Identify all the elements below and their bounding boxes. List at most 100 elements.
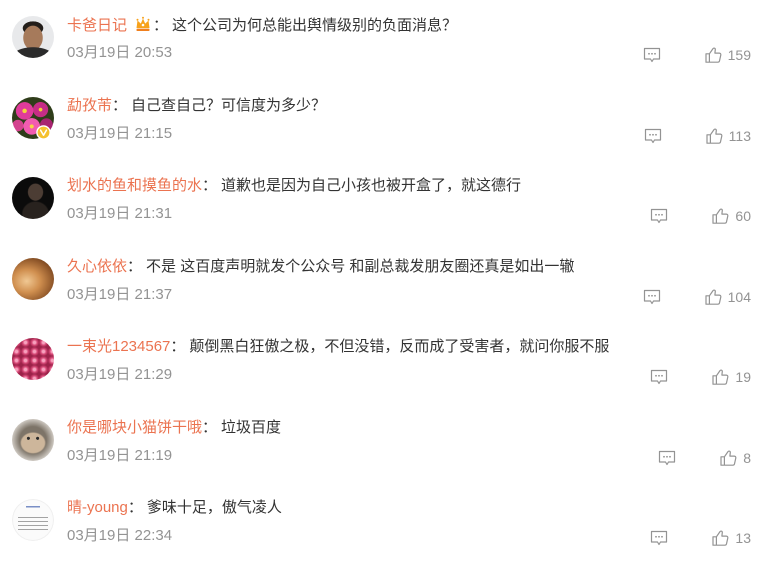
comment-date: 03月19日 21:37: [67, 285, 173, 303]
reply-button[interactable]: [650, 530, 668, 546]
avatar[interactable]: [12, 257, 54, 300]
comment-actions: 8: [658, 448, 751, 468]
like-count: 113: [728, 127, 751, 144]
separator-colon: ：: [153, 17, 169, 34]
comment-text: 不是 这百度声明就发个公众号 和副总裁发朋友圈还真是如出一辙: [146, 257, 575, 275]
comment-actions: 13: [650, 528, 751, 548]
crown-badge-icon[interactable]: [134, 15, 152, 33]
comment-line: 晴-young： 爹味十足，傲气凌人: [67, 498, 282, 518]
thumb-up-icon: [705, 47, 722, 63]
comment-actions: 19: [650, 367, 751, 387]
avatar-container: [12, 499, 54, 541]
separator-colon: ：: [202, 177, 218, 194]
comment-date: 03月19日 20:53: [67, 44, 173, 61]
comment-icon: [643, 289, 660, 304]
comment-date: 03月19日 21:19: [67, 446, 173, 464]
reply-button[interactable]: [650, 208, 668, 224]
comment-actions: 104: [643, 287, 751, 307]
like-count: 104: [727, 288, 751, 305]
avatar-container: [12, 16, 54, 58]
avatar[interactable]: [12, 499, 54, 541]
avatar[interactable]: [12, 418, 54, 461]
avatar[interactable]: [12, 177, 54, 219]
like-button[interactable]: 19: [712, 367, 751, 387]
separator-colon: ：: [170, 338, 186, 355]
verified-badge-icon: [36, 124, 51, 140]
comment-line: 划水的鱼和摸鱼的水： 道歉也是因为自己小孩也被开盒了，就这德行: [67, 176, 521, 196]
comment-date: 03月19日 21:29: [67, 366, 173, 383]
like-button[interactable]: 159: [705, 45, 751, 65]
comment-text: 这个公司为何总能出舆情级别的负面消息？: [172, 17, 458, 34]
comment-item: 勐孜芾： 自己查自己？可信度为多少？ 03月19日 21:15 113: [0, 96, 779, 177]
comment-line: 你是哪块小猫饼干哦： 垃圾百度: [67, 418, 281, 438]
comment-item: 一束光1234567： 颠倒黑白狂傲之极，不但没错，反而成了受害者，就问你服不服 0…: [0, 338, 779, 418]
comment-date: 03月19日 21:15: [67, 124, 173, 142]
username-link[interactable]: 划水的鱼和摸鱼的水: [67, 177, 202, 194]
comment-text: 道歉也是因为自己小孩也被开盒了，就这德行: [221, 177, 522, 194]
comment-text: 自己查自己？可信度为多少？: [131, 96, 327, 114]
comment-icon: [644, 128, 661, 143]
comment-icon: [651, 369, 668, 385]
like-count: 8: [743, 449, 751, 466]
comment-text: 垃圾百度: [221, 418, 282, 436]
like-button[interactable]: 113: [706, 126, 751, 146]
username-link[interactable]: 卡爸日记: [67, 17, 127, 34]
thumb-up-icon: [720, 449, 737, 466]
avatar-container: [12, 177, 54, 219]
comment-icon: [651, 530, 668, 546]
comment-date: 03月19日 21:31: [67, 205, 173, 222]
username-link[interactable]: 晴-young: [67, 499, 128, 516]
comment-item: 晴-young： 爹味十足，傲气凌人 03月19日 22:34 13: [0, 499, 779, 579]
like-count: 159: [727, 47, 751, 63]
reply-button[interactable]: [643, 289, 661, 305]
separator-colon: ：: [112, 96, 128, 114]
comment-line: 卡爸日记 ：这个公司为何总能出舆情级别的负面消息？: [67, 15, 457, 35]
comment-item: 卡爸日记 ：这个公司为何总能出舆情级别的负面消息？ 03月19日 20:53 15…: [0, 16, 779, 96]
avatar-container: [12, 338, 54, 380]
comment-icon: [643, 47, 660, 63]
thumb-up-icon: [712, 208, 729, 224]
separator-colon: ：: [127, 499, 143, 516]
like-button[interactable]: 60: [712, 206, 751, 226]
avatar-container: [12, 418, 54, 461]
like-button[interactable]: 8: [720, 448, 751, 468]
like-button[interactable]: 13: [712, 528, 751, 548]
reply-button[interactable]: [658, 450, 676, 466]
comment-icon: [651, 208, 668, 224]
comment-line: 一束光1234567： 颠倒黑白狂傲之极，不但没错，反而成了受害者，就问你服不服: [67, 337, 609, 357]
thumb-up-icon: [706, 127, 723, 144]
thumb-up-icon: [705, 288, 722, 305]
comment-line: 久心依依： 不是 这百度声明就发个公众号 和副总裁发朋友圈还真是如出一辙: [67, 257, 574, 277]
separator-colon: ：: [127, 257, 143, 275]
comment-actions: 159: [643, 45, 751, 65]
reply-button[interactable]: [650, 369, 668, 385]
like-count: 13: [735, 530, 751, 546]
comment-line: 勐孜芾： 自己查自己？可信度为多少？: [67, 96, 326, 116]
avatar[interactable]: [12, 16, 54, 58]
like-count: 19: [735, 369, 751, 385]
username-link[interactable]: 勐孜芾: [67, 97, 112, 114]
comment-item: 划水的鱼和摸鱼的水： 道歉也是因为自己小孩也被开盒了，就这德行 03月19日 21:…: [0, 177, 779, 257]
avatar-container: [12, 96, 54, 140]
separator-colon: ：: [202, 418, 218, 436]
comment-actions: 113: [644, 126, 751, 146]
avatar[interactable]: [12, 338, 54, 380]
reply-button[interactable]: [644, 128, 662, 144]
comment-item: 你是哪块小猫饼干哦： 垃圾百度 03月19日 21:19 8: [0, 418, 779, 499]
like-count: 60: [735, 208, 751, 224]
comment-actions: 60: [650, 206, 751, 226]
like-button[interactable]: 104: [705, 287, 751, 307]
thumb-up-icon: [712, 530, 729, 546]
thumb-up-icon: [712, 369, 729, 385]
username-link[interactable]: 久心依依: [67, 258, 127, 275]
reply-button[interactable]: [643, 47, 661, 63]
comment-date: 03月19日 22:34: [67, 527, 173, 544]
comment-icon: [659, 450, 676, 465]
comment-item: 久心依依： 不是 这百度声明就发个公众号 和副总裁发朋友圈还真是如出一辙 03月19…: [0, 257, 779, 338]
comment-list: 卡爸日记 ：这个公司为何总能出舆情级别的负面消息？ 03月19日 20:53 15…: [0, 0, 779, 557]
username-link[interactable]: 你是哪块小猫饼干哦: [67, 419, 202, 436]
username-link[interactable]: 一束光1234567: [67, 338, 170, 355]
comment-text: 爹味十足，傲气凌人: [146, 499, 282, 516]
avatar-container: [12, 257, 54, 300]
comment-text: 颠倒黑白狂傲之极，不但没错，反而成了受害者，就问你服不服: [189, 338, 610, 355]
